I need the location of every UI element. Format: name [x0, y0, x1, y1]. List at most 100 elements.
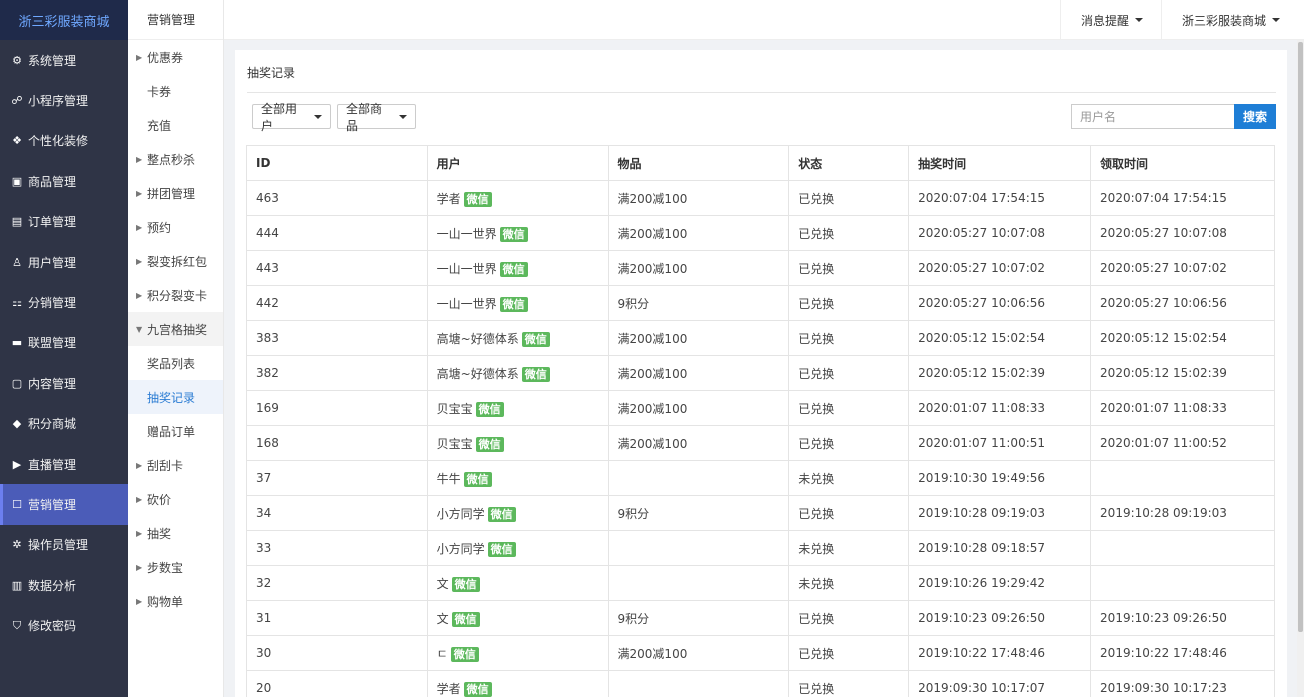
sidebar-item-1[interactable]: ☍ 小程序管理	[0, 80, 128, 120]
goods-filter-dropdown[interactable]: 全部商品	[337, 102, 416, 133]
submenu-item-label: 充值	[147, 118, 172, 133]
submenu-item-1[interactable]: 卡券	[128, 74, 223, 108]
submenu-item-3[interactable]: ▶ 整点秒杀	[128, 142, 223, 176]
cell-status: 已兑换	[788, 180, 910, 216]
sidebar-item-6[interactable]: ⚏ 分销管理	[0, 282, 128, 322]
cell-claim-time-text: 2020:07:04 17:54:15	[1100, 191, 1227, 205]
submenu-list: ▶ 优惠券 卡券 充值 ▶ 整点秒杀 ▶ 拼团管理 ▶ 预约 ▶ 裂变拆红包 ▶ 积分裂变卡 ▼ 九宫格抽奖奖…	[128, 40, 223, 618]
sidebar-item-9[interactable]: ◆ 积分商城	[0, 404, 128, 444]
sidebar-item-2[interactable]: ❖ 个性化装修	[0, 121, 128, 161]
cell-id: 31	[246, 600, 428, 636]
submenu-item-15[interactable]: ▶ 步数宝	[128, 550, 223, 584]
cell-draw-time: 2019:09:30 10:17:07	[908, 670, 1092, 697]
sidebar-item-13[interactable]: ▥ 数据分析	[0, 565, 128, 605]
sidebar-item-3[interactable]: ▣ 商品管理	[0, 161, 128, 201]
caret-right-icon: ▶	[136, 460, 143, 470]
wechat-badge: 微信	[475, 401, 504, 417]
submenu-item-label: 优惠券	[147, 50, 184, 65]
table-row: 34 小方同学 微信 9积分 已兑换 2019:10:28 09:19:03 2019:10…	[246, 495, 1275, 531]
submenu-item-5[interactable]: ▶ 预约	[128, 210, 223, 244]
store-dropdown[interactable]: 浙三彩服装商城	[1161, 0, 1304, 40]
order-icon: ▤	[11, 215, 23, 229]
caret-down-icon	[399, 114, 407, 119]
cell-claim-time: 2020:01:07 11:08:33	[1090, 390, 1275, 426]
sidebar-item-12[interactable]: ✲ 操作员管理	[0, 525, 128, 565]
cell-status-text: 已兑换	[798, 191, 835, 206]
sidebar-item-8[interactable]: ▢ 内容管理	[0, 363, 128, 403]
cell-draw-time-text: 2020:05:12 15:02:39	[918, 366, 1046, 380]
sidebar-item-label: 分销管理	[28, 296, 77, 311]
caret-down-icon	[314, 114, 322, 119]
caret-right-icon: ▶	[136, 52, 143, 62]
username-search-input[interactable]	[1071, 104, 1234, 129]
sidebar-item-11[interactable]: ☐ 营销管理	[0, 484, 128, 525]
cell-item-text: 满200减100	[617, 646, 688, 661]
cell-claim-time: 2020:05:27 10:06:56	[1090, 285, 1275, 321]
cell-item-text: 9积分	[617, 611, 650, 626]
sidebar-item-label: 修改密码	[28, 619, 77, 634]
sidebar-item-0[interactable]: ⚙ 系统管理	[0, 40, 128, 80]
sidebar-item-4[interactable]: ▤ 订单管理	[0, 202, 128, 242]
cell-draw-time-text: 2019:09:30 10:17:07	[918, 681, 1046, 695]
cell-claim-time	[1090, 565, 1275, 601]
user-filter-dropdown[interactable]: 全部用户	[252, 102, 331, 133]
cell-claim-time: 2020:01:07 11:00:52	[1090, 425, 1275, 461]
submenu-item-16[interactable]: ▶ 购物单	[128, 584, 223, 618]
cell-status-text: 已兑换	[798, 401, 835, 416]
cell-status: 已兑换	[788, 355, 910, 391]
submenu-title: 营销管理	[128, 0, 223, 40]
cell-draw-time-text: 2020:01:07 11:00:51	[918, 436, 1046, 450]
cell-status: 未兑换	[788, 530, 910, 566]
chart-icon: ▥	[11, 578, 23, 592]
cell-claim-time: 2019:10:22 17:48:46	[1090, 635, 1275, 671]
cell-status-text: 已兑换	[798, 226, 835, 241]
sidebar-item-10[interactable]: ▶ 直播管理	[0, 444, 128, 484]
caret-down-icon: ▼	[136, 324, 143, 334]
submenu-item-12[interactable]: ▶ 刮刮卡	[128, 448, 223, 482]
submenu-item-4[interactable]: ▶ 拼团管理	[128, 176, 223, 210]
cell-id: 34	[246, 495, 428, 531]
cell-id: 30	[246, 635, 428, 671]
submenu-item-0[interactable]: ▶ 优惠券	[128, 40, 223, 74]
submenu-item-label: 抽奖	[147, 526, 172, 541]
submenu-item-11[interactable]: 赠品订单	[128, 414, 223, 448]
caret-right-icon: ▶	[136, 188, 143, 198]
submenu-item-13[interactable]: ▶ 砍价	[128, 482, 223, 516]
notifications-dropdown[interactable]: 消息提醒	[1060, 0, 1161, 40]
cell-item-text: 满200减100	[617, 366, 688, 381]
wechat-badge: 微信	[521, 366, 550, 382]
sidebar-item-5[interactable]: ♙ 用户管理	[0, 242, 128, 282]
cell-claim-time-text: 2019:10:23 09:26:50	[1100, 611, 1227, 625]
submenu-item-label: 整点秒杀	[147, 152, 196, 167]
submenu-item-10[interactable]: 抽奖记录	[128, 380, 223, 414]
submenu-item-14[interactable]: ▶ 抽奖	[128, 516, 223, 550]
top-bar: 消息提醒 浙三彩服装商城	[224, 0, 1304, 40]
sidebar-nav: ⚙ 系统管理 ☍ 小程序管理 ❖ 个性化装修 ▣ 商品管理 ▤ 订单管理 ♙ 用户管理 ⚏ 分销管理 ▬ 联盟…	[0, 40, 128, 646]
submenu-item-9[interactable]: 奖品列表	[128, 346, 223, 380]
sidebar-item-14[interactable]: ⛉ 修改密码	[0, 605, 128, 645]
cell-user: 文微信	[426, 565, 609, 601]
cell-claim-time: 2020:07:04 17:54:15	[1090, 180, 1275, 216]
page-scrollbar-thumb[interactable]	[1298, 42, 1303, 632]
cell-item	[607, 670, 790, 697]
cell-user: 学者 微信	[426, 670, 609, 697]
cell-status: 已兑换	[788, 495, 910, 531]
submenu-item-7[interactable]: ▶ 积分裂变卡	[128, 278, 223, 312]
sidebar-item-label: 个性化装修	[28, 134, 89, 149]
cell-draw-time-text: 2020:05:27 10:06:56	[918, 296, 1046, 310]
cell-draw-time-text: 2019:10:23 09:26:50	[918, 611, 1046, 625]
search-button[interactable]: 搜索	[1234, 104, 1276, 129]
sidebar-item-7[interactable]: ▬ 联盟管理	[0, 323, 128, 363]
submenu-item-8[interactable]: ▼ 九宫格抽奖	[128, 312, 223, 346]
cell-user: 贝宝宝 微信	[426, 425, 609, 461]
cell-item-text: 满200减100	[617, 331, 688, 346]
cell-id-text: 169	[256, 401, 279, 415]
cell-id-text: 463	[256, 191, 279, 205]
cell-user: 一山一世界 微信	[426, 285, 609, 321]
submenu-item-6[interactable]: ▶ 裂变拆红包	[128, 244, 223, 278]
submenu-item-2[interactable]: 充值	[128, 108, 223, 142]
cell-draw-time-text: 2020:05:27 10:07:02	[918, 261, 1046, 275]
cell-draw-time: 2020:05:27 10:06:56	[908, 285, 1092, 321]
cell-draw-time: 2020:05:12 15:02:54	[908, 320, 1092, 356]
cell-id-text: 32	[256, 576, 272, 590]
